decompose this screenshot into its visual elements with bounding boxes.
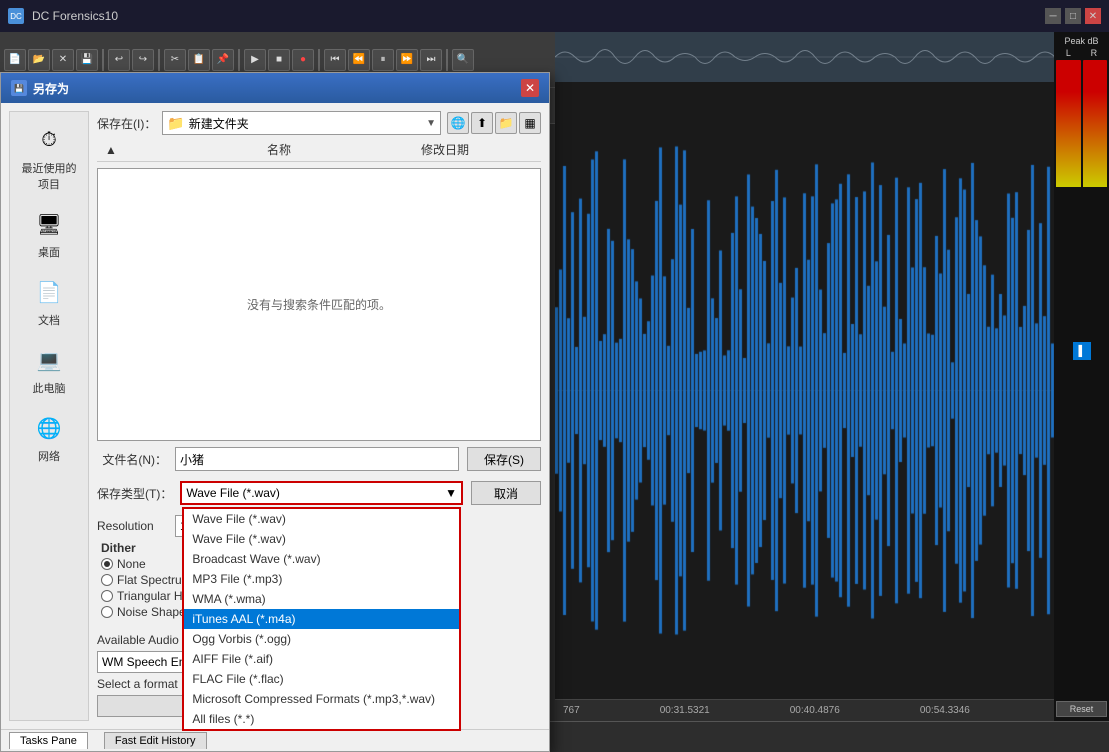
sidebar-item-computer[interactable]: 💻 此电脑	[14, 340, 84, 400]
combo-arrow: ▼	[426, 118, 436, 129]
sort-name-label: 名称	[267, 141, 421, 159]
dropdown-item-10[interactable]: All files (*.*)	[184, 709, 459, 729]
computer-icon: 💻	[33, 344, 65, 376]
sidebar-label-computer: 此电脑	[33, 380, 66, 396]
dropdown-item-1[interactable]: Wave File (*.wav)	[184, 529, 459, 549]
dither-flat-label: Flat Spectrum	[117, 573, 192, 587]
dialog-right-content: 保存在(I)： 📁 新建文件夹 ▼ 🌐 ⬆ 📁 ▦ ▲	[97, 111, 541, 721]
save-location-label: 保存在(I)：	[97, 115, 156, 132]
dropdown-item-2[interactable]: Broadcast Wave (*.wav)	[184, 549, 459, 569]
sidebar-label-recent: 最近使用的项目	[18, 160, 80, 192]
filename-row: 文件名(N)： 保存(S)	[97, 447, 541, 471]
filetype-arrow: ▼	[445, 486, 457, 500]
dither-triangular-radio[interactable]	[101, 590, 113, 602]
app-logo: DC	[8, 8, 24, 24]
sidebar-item-network[interactable]: 🌐 网络	[14, 408, 84, 468]
file-list-empty: 没有与搜索条件匹配的项。	[98, 169, 540, 440]
dither-none-label: None	[117, 557, 146, 571]
go-up-button[interactable]: ⬆	[471, 112, 493, 134]
filename-input[interactable]	[175, 447, 459, 471]
save-as-dialog: 💾 另存为 ✕ ⏱ 最近使用的项目 🖥 桌面 📄 文档	[0, 72, 550, 752]
tasks-pane-tab[interactable]: Tasks Pane	[9, 732, 88, 749]
view-toggle-button[interactable]: ▦	[519, 112, 541, 134]
dialog-title-bar: 💾 另存为 ✕	[1, 73, 549, 103]
dialog-title-text: 另存为	[33, 80, 69, 97]
dither-flat-radio[interactable]	[101, 574, 113, 586]
sidebar-item-recent[interactable]: ⏱ 最近使用的项目	[14, 120, 84, 196]
close-button[interactable]: ✕	[1085, 8, 1101, 24]
logo-text: DC	[10, 12, 22, 21]
file-list-area: 没有与搜索条件匹配的项。	[97, 168, 541, 441]
recent-icon: ⏱	[33, 124, 65, 156]
filetype-row: 保存类型(T)： Wave File (*.wav) ▼ Wave File (…	[97, 481, 541, 505]
dropdown-item-5[interactable]: iTunes AAL (*.m4a)	[184, 609, 459, 629]
folder-icon: 📁	[167, 115, 184, 132]
maximize-button[interactable]: □	[1065, 8, 1081, 24]
minimize-button[interactable]: ─	[1045, 8, 1061, 24]
filename-label: 文件名(N)：	[97, 451, 167, 468]
fast-edit-tab[interactable]: Fast Edit History	[104, 732, 207, 749]
sort-arrow: ▲	[97, 141, 267, 159]
save-location-value: 新建文件夹	[189, 115, 249, 132]
sidebar-label-desktop: 桌面	[38, 244, 60, 260]
dropdown-item-8[interactable]: FLAC File (*.flac)	[184, 669, 459, 689]
dropdown-item-3[interactable]: MP3 File (*.mp3)	[184, 569, 459, 589]
filetype-combo[interactable]: Wave File (*.wav) ▼ Wave File (*.wav) Wa…	[180, 481, 463, 505]
filetype-dropdown[interactable]: Wave File (*.wav) Wave File (*.wav) Broa…	[182, 507, 461, 731]
documents-icon: 📄	[33, 276, 65, 308]
dropdown-item-9[interactable]: Microsoft Compressed Formats (*.mp3,*.wa…	[184, 689, 459, 709]
sidebar-label-documents: 文档	[38, 312, 60, 328]
desktop-icon: 🖥	[33, 208, 65, 240]
no-results-text: 没有与搜索条件匹配的项。	[247, 296, 391, 313]
cancel-button[interactable]: 取消	[471, 481, 541, 505]
dialog-close-button[interactable]: ✕	[521, 79, 539, 97]
dropdown-item-7[interactable]: AIFF File (*.aif)	[184, 649, 459, 669]
filetype-value: Wave File (*.wav)	[186, 486, 280, 500]
dropdown-item-4[interactable]: WMA (*.wma)	[184, 589, 459, 609]
network-icon: 🌐	[33, 412, 65, 444]
new-folder-button[interactable]: 📁	[495, 112, 517, 134]
sidebar-item-desktop[interactable]: 🖥 桌面	[14, 204, 84, 264]
save-location-bar: 保存在(I)： 📁 新建文件夹 ▼ 🌐 ⬆ 📁 ▦	[97, 111, 541, 135]
window-controls: ─ □ ✕	[1045, 8, 1101, 24]
dither-none-radio[interactable]	[101, 558, 113, 570]
sort-header: ▲ 名称 修改日期	[97, 141, 541, 162]
dropdown-item-0[interactable]: Wave File (*.wav)	[184, 509, 459, 529]
dialog-bottom-tabs: Tasks Pane Fast Edit History	[1, 729, 549, 751]
save-file-button[interactable]: 保存(S)	[467, 447, 541, 471]
title-bar: DC DC Forensics10 ─ □ ✕	[0, 0, 1109, 32]
sidebar-item-documents[interactable]: 📄 文档	[14, 272, 84, 332]
dialog-title-content: 💾 另存为	[11, 80, 69, 97]
dialog-sidebar: ⏱ 最近使用的项目 🖥 桌面 📄 文档 💻 此电脑 🌐 网络	[9, 111, 89, 721]
dialog-body: ⏱ 最近使用的项目 🖥 桌面 📄 文档 💻 此电脑 🌐 网络	[1, 103, 549, 729]
resolution-label: Resolution	[97, 519, 167, 533]
sidebar-label-network: 网络	[38, 448, 60, 464]
dialog-title-icon: 💾	[11, 80, 27, 96]
location-toolbar-icons: 🌐 ⬆ 📁 ▦	[447, 112, 541, 134]
app-title: DC Forensics10	[32, 9, 1045, 23]
dither-noise-radio[interactable]	[101, 606, 113, 618]
filetype-label: 保存类型(T)：	[97, 485, 172, 502]
dialog-overlay: 💾 另存为 ✕ ⏱ 最近使用的项目 🖥 桌面 📄 文档	[0, 32, 1109, 721]
go-online-button[interactable]: 🌐	[447, 112, 469, 134]
dropdown-item-6[interactable]: Ogg Vorbis (*.ogg)	[184, 629, 459, 649]
sort-date-label: 修改日期	[421, 141, 541, 159]
save-location-combo[interactable]: 📁 新建文件夹 ▼	[162, 111, 441, 135]
